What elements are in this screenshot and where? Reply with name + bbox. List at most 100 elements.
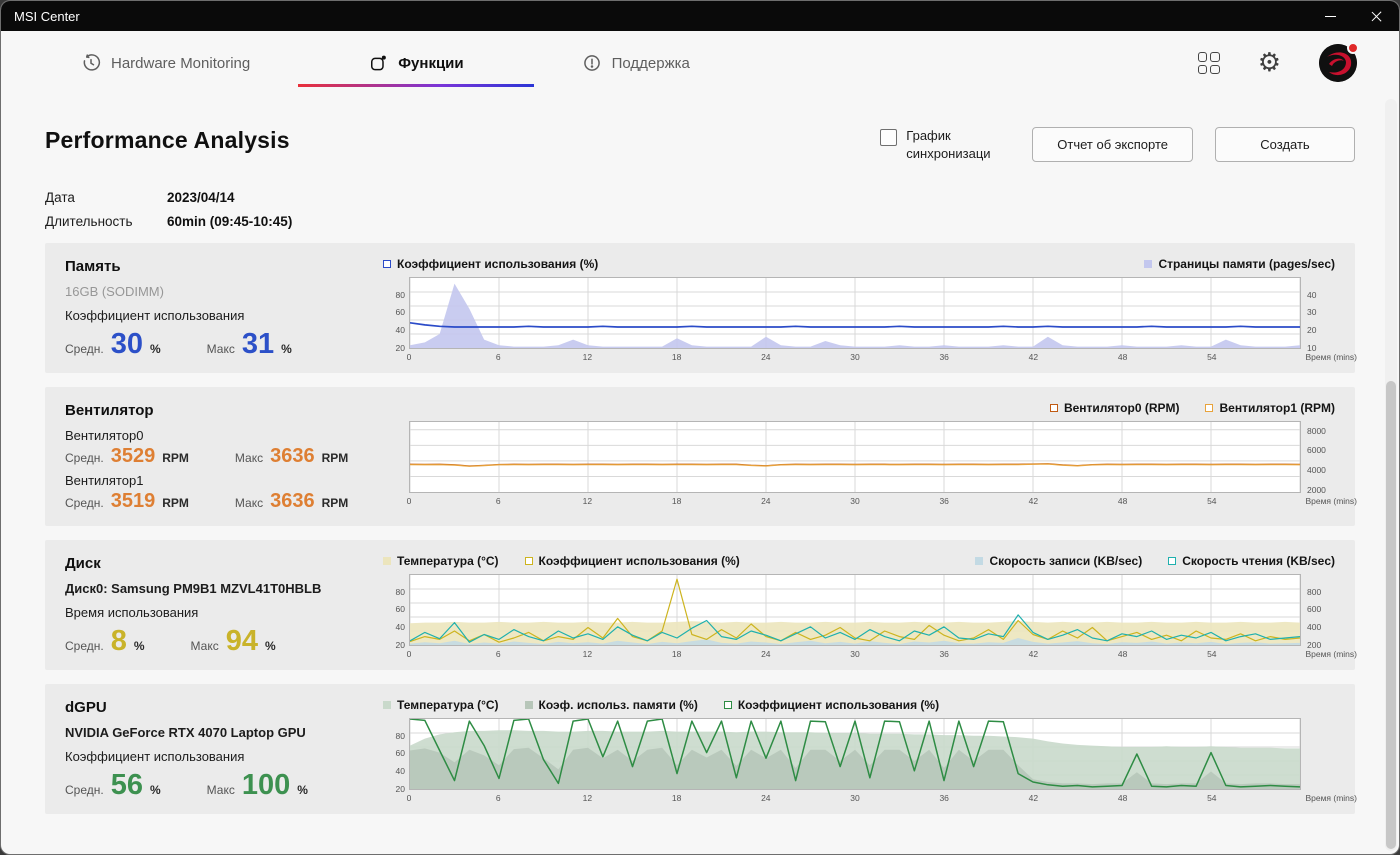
tab-support[interactable]: Поддержка: [582, 31, 690, 95]
legend-left: Температура (°C)Коэффициент использовани…: [383, 554, 740, 568]
legend-right: Страницы памяти (pages/sec): [1144, 257, 1335, 271]
settings-gear-icon[interactable]: ⚙: [1258, 50, 1281, 76]
legend-label: Скорость записи (KB/sec): [989, 554, 1142, 568]
legend-swatch: [383, 260, 391, 268]
max-stat: Макс 3636 RPM: [235, 446, 348, 466]
x-tick: 0: [407, 496, 412, 506]
chart-sync-toggle[interactable]: График синхронизаци: [880, 127, 1010, 162]
legend-swatch: [525, 557, 533, 565]
x-tick: 12: [583, 352, 592, 362]
date-label: Дата: [45, 190, 167, 205]
x-tick: 48: [1118, 352, 1127, 362]
legend-item: Коэффициент использования (%): [724, 698, 939, 712]
create-button[interactable]: Создать: [1215, 127, 1355, 162]
y-axis-left: 80604020: [383, 718, 409, 806]
x-tick: 30: [850, 496, 859, 506]
legend-swatch: [383, 701, 391, 709]
legend-item: Коэффициент использования (%): [525, 554, 740, 568]
legend-label: Коэффициент использования (%): [738, 698, 939, 712]
window-title: MSI Center: [1, 9, 80, 24]
minimize-icon: [1325, 16, 1336, 17]
fan1-name: Вентилятор1: [65, 473, 383, 488]
legend-swatch: [1168, 557, 1176, 565]
user-avatar[interactable]: [1319, 44, 1357, 82]
x-tick: 42: [1029, 649, 1038, 659]
y-tick-right: 20: [1307, 325, 1316, 335]
x-tick: 18: [672, 496, 681, 506]
page-title: Performance Analysis: [45, 127, 290, 154]
y-tick-right: 30: [1307, 307, 1316, 317]
y-tick-left: 40: [396, 766, 405, 776]
apps-grid-icon[interactable]: [1198, 52, 1220, 74]
panel-title: Память: [65, 258, 383, 275]
support-icon: [582, 53, 602, 73]
y-tick-right: 800: [1307, 587, 1321, 597]
legend-swatch: [975, 557, 983, 565]
scrollbar-thumb[interactable]: [1386, 381, 1396, 849]
x-tick: 48: [1118, 496, 1127, 506]
chart-canvas: [410, 422, 1300, 492]
legend-label: Коэф. использ. памяти (%): [539, 698, 698, 712]
y-tick-left: 40: [396, 325, 405, 335]
x-tick: 30: [850, 793, 859, 803]
legend-item: Коэффициент использования (%): [383, 257, 598, 271]
legend-item: Температура (°C): [383, 698, 499, 712]
x-tick: 12: [583, 649, 592, 659]
x-tick: 6: [496, 352, 501, 362]
gpu-panel: dGPU NVIDIA GeForce RTX 4070 Laptop GPU …: [45, 684, 1355, 814]
avg-stat: Средн. 56 %: [65, 771, 161, 800]
y-axis-left: [383, 421, 409, 509]
minimize-button[interactable]: [1307, 1, 1353, 31]
tab-functions[interactable]: Функции: [368, 31, 463, 95]
legend-item: Скорость чтения (KB/sec): [1168, 554, 1335, 568]
close-button[interactable]: [1353, 1, 1399, 31]
y-tick-right: 2000: [1307, 485, 1326, 495]
chart-plot: [409, 718, 1301, 790]
y-axis-right: 8000600040002000: [1301, 421, 1335, 509]
x-tick: 48: [1118, 793, 1127, 803]
metric-label: Коэффициент использования: [65, 308, 383, 323]
legend-item: Страницы памяти (pages/sec): [1144, 257, 1335, 271]
max-stat: Макс 100 %: [207, 771, 308, 800]
y-tick-right: 8000: [1307, 426, 1326, 436]
avg-stat: Средн. 30 %: [65, 330, 161, 359]
y-tick-left: 60: [396, 307, 405, 317]
y-tick-left: 80: [396, 290, 405, 300]
gpu-model: NVIDIA GeForce RTX 4070 Laptop GPU: [65, 725, 383, 740]
fan-chart: Вентилятор0 (RPM)Вентилятор1 (RPM) 06121…: [383, 399, 1335, 518]
main-nav: Hardware Monitoring Функции Поддержка ⚙: [1, 31, 1399, 95]
disk-chart: Температура (°C)Коэффициент использовани…: [383, 552, 1335, 662]
y-tick-left: 60: [396, 604, 405, 614]
x-tick: 0: [407, 352, 412, 362]
legend-item: Скорость записи (KB/sec): [975, 554, 1142, 568]
sync-checkbox[interactable]: [880, 129, 897, 146]
x-tick: 36: [939, 793, 948, 803]
session-meta: Дата 2023/04/14 Длительность 60min (09:4…: [45, 190, 1355, 229]
x-tick: 6: [496, 496, 501, 506]
disk-panel: Диск Диск0: Samsung PM9B1 MZVL41T0HBLB В…: [45, 540, 1355, 670]
legend-label: Коэффициент использования (%): [539, 554, 740, 568]
x-tick: 18: [672, 649, 681, 659]
legend-swatch: [724, 701, 732, 709]
y-tick-right: 400: [1307, 622, 1321, 632]
x-tick: 6: [496, 649, 501, 659]
y-tick-left: 60: [396, 748, 405, 758]
panel-title: Диск: [65, 555, 383, 572]
x-tick: 0: [407, 649, 412, 659]
x-tick: 18: [672, 793, 681, 803]
legend-swatch: [383, 557, 391, 565]
legend-label: Вентилятор0 (RPM): [1064, 401, 1180, 415]
vertical-scrollbar[interactable]: [1385, 99, 1397, 851]
max-stat: Макс 94 %: [191, 627, 276, 656]
x-axis: 061218243036424854Время (mins): [409, 646, 1301, 662]
panel-title: dGPU: [65, 699, 383, 716]
sync-label: График синхронизаци: [906, 127, 1010, 162]
tab-hardware-monitoring[interactable]: Hardware Monitoring: [81, 31, 250, 95]
x-tick: 24: [761, 793, 770, 803]
export-report-button[interactable]: Отчет об экспорте: [1032, 127, 1193, 162]
legend-label: Страницы памяти (pages/sec): [1158, 257, 1335, 271]
y-axis-right: [1301, 718, 1335, 806]
legend-label: Вентилятор1 (RPM): [1219, 401, 1335, 415]
legend-label: Скорость чтения (KB/sec): [1182, 554, 1335, 568]
chart-canvas: [410, 719, 1300, 789]
